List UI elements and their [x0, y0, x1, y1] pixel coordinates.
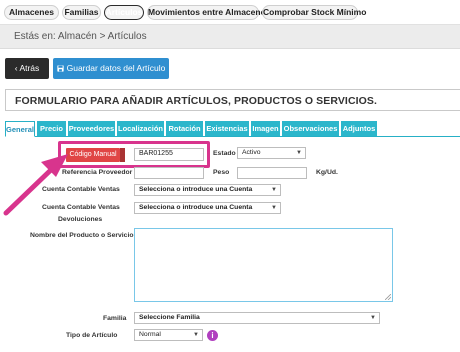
page: Almacenes Familias Artículos Movimientos…: [0, 0, 460, 352]
arrow-annotation: [3, 154, 68, 216]
